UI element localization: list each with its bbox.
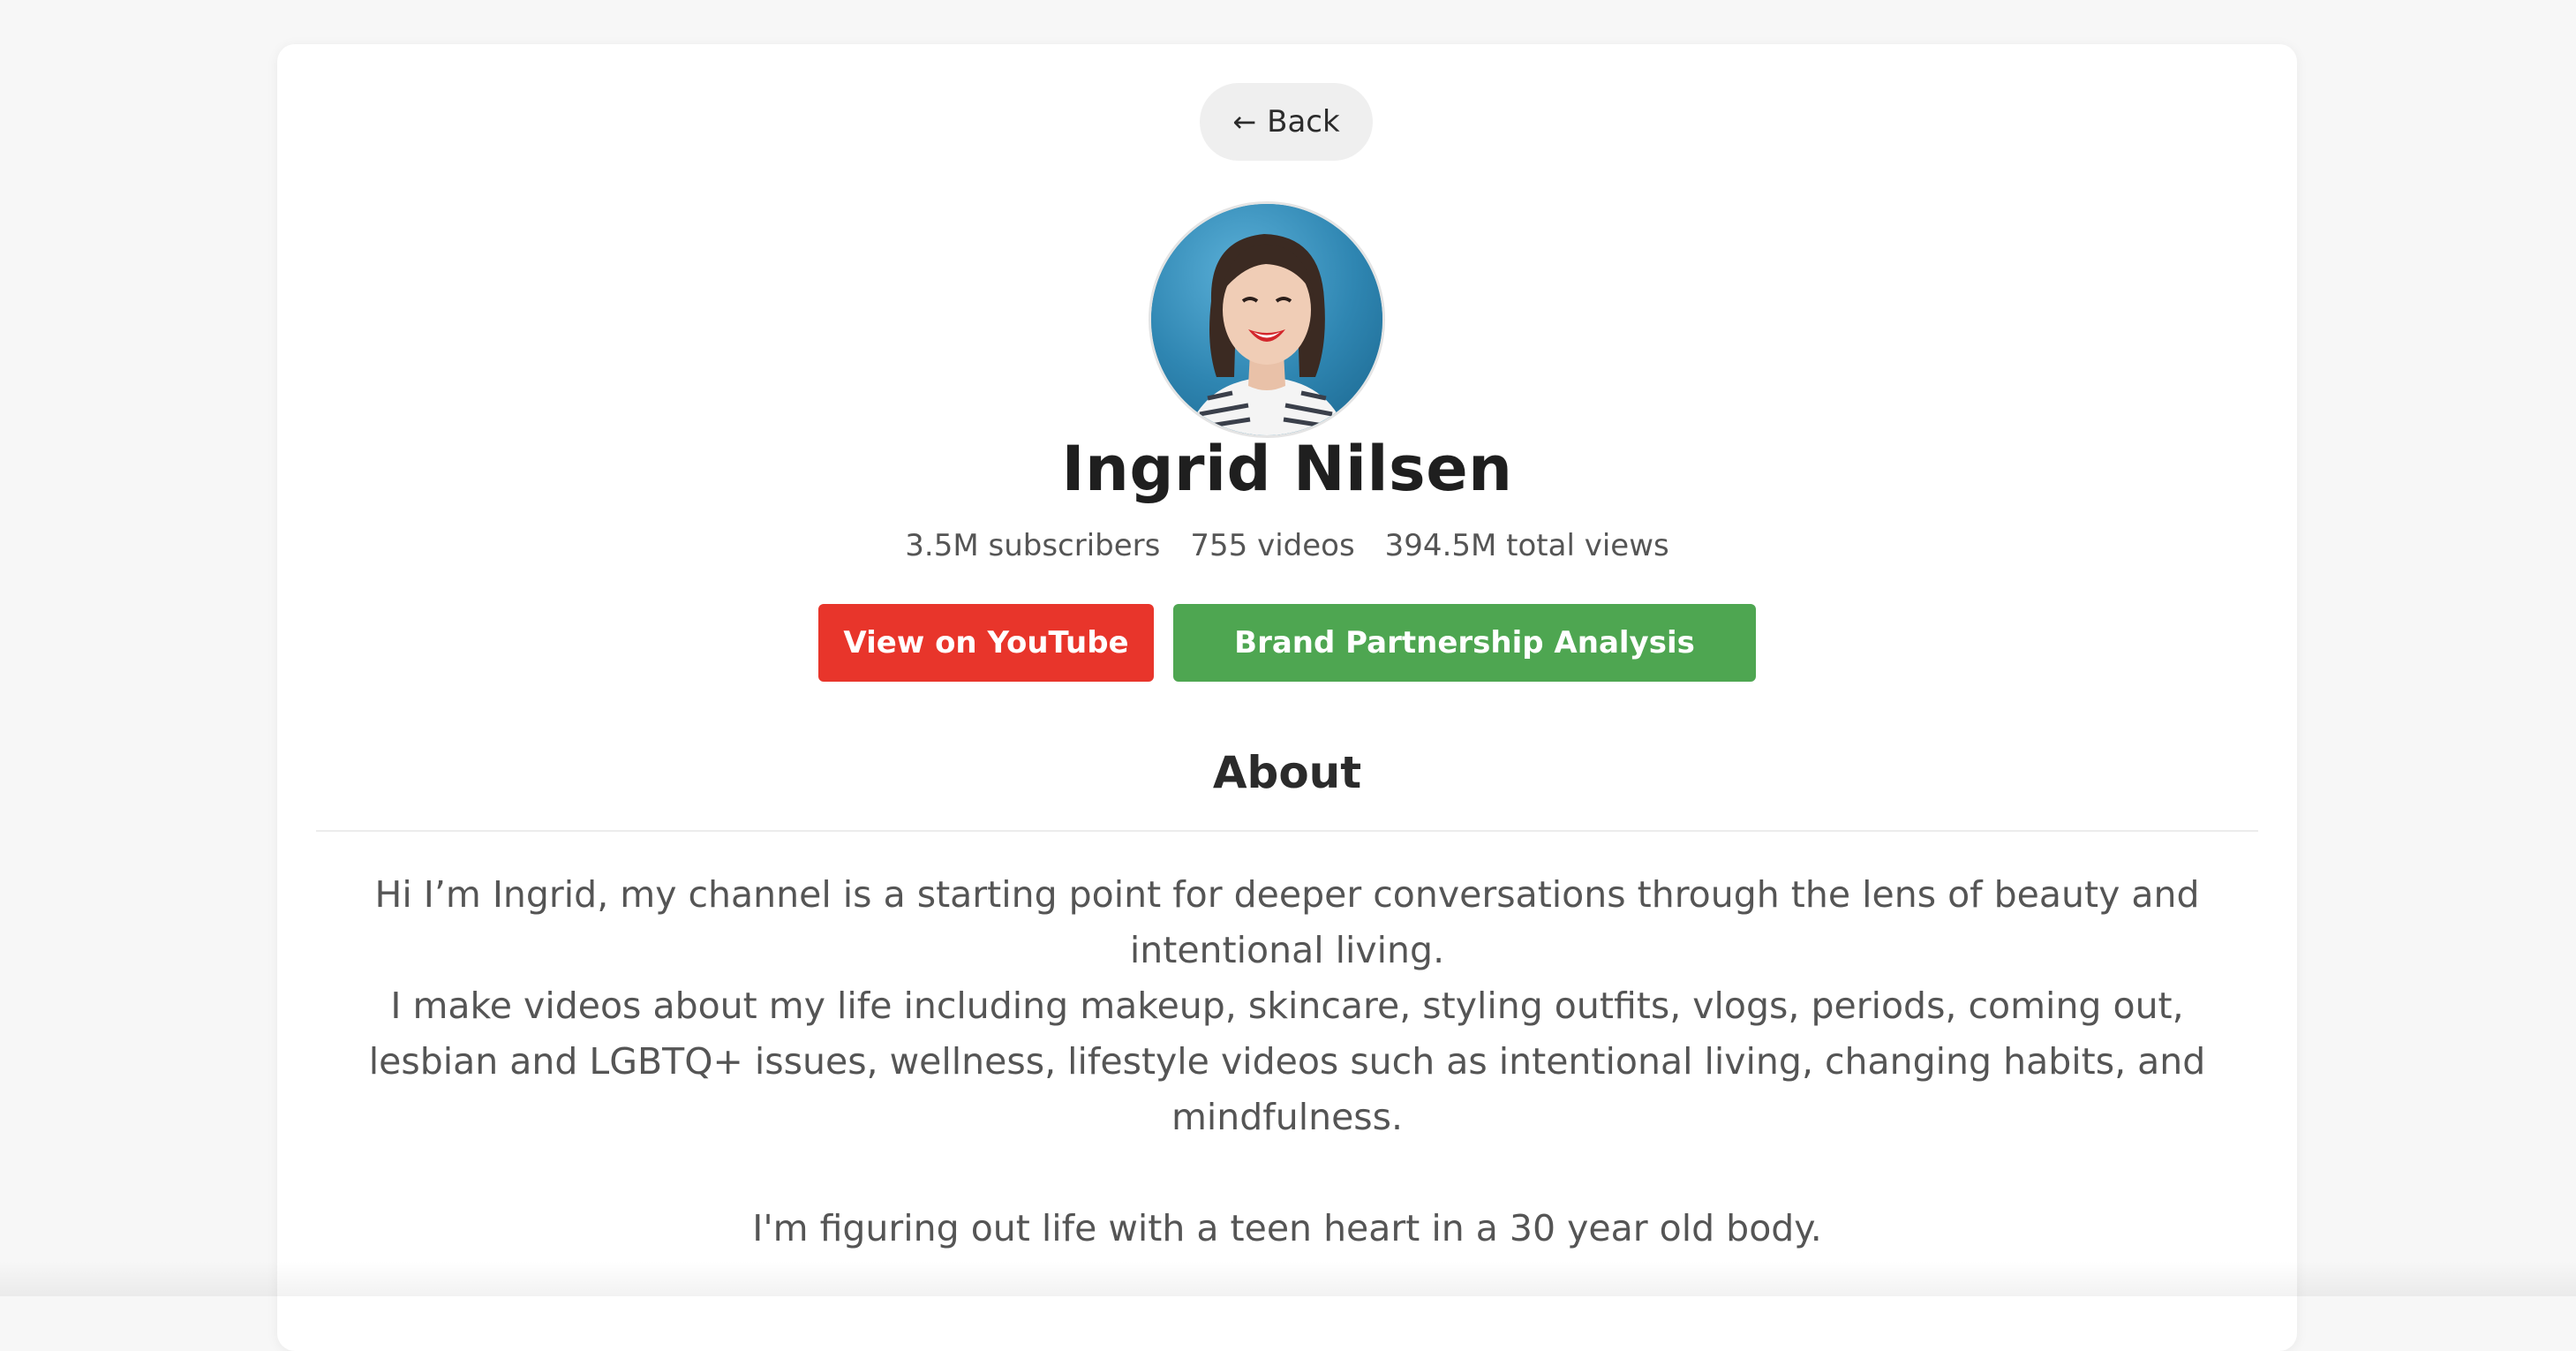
divider (316, 830, 2258, 832)
about-description: Hi I’m Ingrid, my channel is a starting … (334, 867, 2241, 1257)
avatar (1149, 201, 1385, 438)
profile-card: ← Back Ingrid Nilsen 3.5M subscribers 75… (277, 44, 2297, 1351)
arrow-left-icon: ← (1232, 105, 1257, 139)
video-count: 755 videos (1190, 528, 1355, 563)
about-paragraph-3: I'm figuring out life with a teen heart … (752, 1207, 1822, 1249)
about-heading: About (1212, 747, 1362, 798)
back-label: Back (1267, 104, 1340, 140)
action-buttons: View on YouTube Brand Partnership Analys… (277, 604, 2297, 682)
about-paragraph-2: I make videos about my life including ma… (368, 985, 2206, 1138)
channel-name: Ingrid Nilsen (1061, 433, 1513, 505)
about-paragraph-1: Hi I’m Ingrid, my channel is a starting … (374, 873, 2200, 971)
channel-stats: 3.5M subscribers 755 videos 394.5M total… (277, 528, 2297, 563)
subscriber-count: 3.5M subscribers (905, 528, 1161, 563)
total-views: 394.5M total views (1384, 528, 1669, 563)
view-on-youtube-button[interactable]: View on YouTube (818, 604, 1154, 682)
back-button[interactable]: ← Back (1200, 83, 1373, 161)
brand-partnership-analysis-button[interactable]: Brand Partnership Analysis (1173, 604, 1756, 682)
